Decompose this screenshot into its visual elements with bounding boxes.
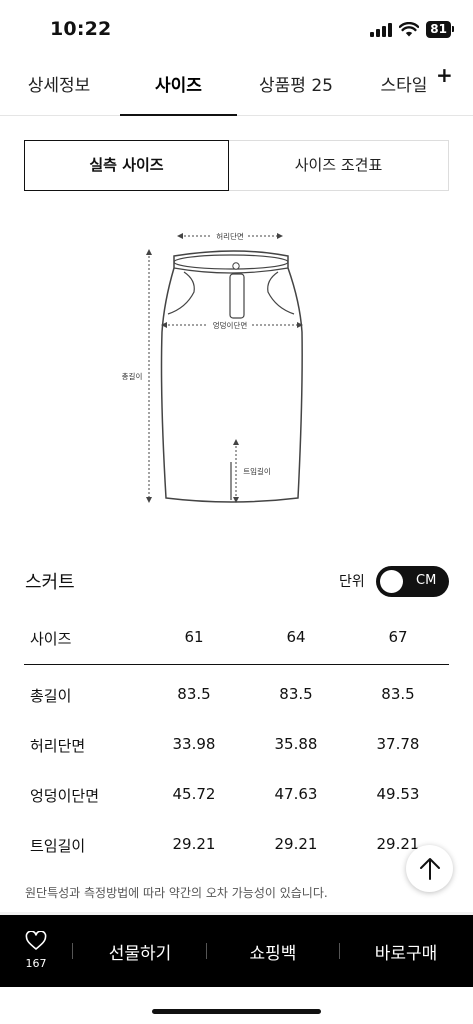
unit-label: 단위 [339,574,365,590]
status-icons: 81 [370,21,454,38]
arrow-up-icon [419,857,440,880]
unit-toggle-knob [380,570,403,593]
table-cell: 47.63 [274,785,318,803]
status-time: 10:22 [50,18,112,40]
table-cell: 33.98 [172,735,216,753]
table-cell: 엉덩이단면 [30,787,100,805]
like-count: 167 [25,957,47,970]
size-table: 사이즈 61 64 67 총길이 83.5 83.5 83.5 허리단면 33.… [24,615,449,872]
table-cell: 37.78 [376,735,420,753]
status-bar: 10:22 81 [0,0,473,60]
tab-details[interactable]: 상세정보 [12,60,106,116]
table-cell: 허리단면 [30,737,86,755]
table-cell: 29.21 [172,835,216,853]
table-cell: 35.88 [274,735,318,753]
size-chart-button[interactable]: 사이즈 조견표 [229,140,449,191]
table-header-cell: 사이즈 [30,630,72,648]
active-tab-indicator [120,114,237,116]
shopping-bag-button[interactable]: 쇼핑백 [214,939,332,964]
table-row: 엉덩이단면 45.72 47.63 49.53 [24,772,449,822]
battery-icon: 81 [426,21,454,38]
table-cell: 총길이 [30,687,72,705]
table-row: 트임길이 29.21 29.21 29.21 [24,822,449,872]
table-cell: 83.5 [279,685,313,703]
tab-style[interactable]: 스타일 [370,60,438,116]
table-header-cell: 64 [286,628,306,646]
unit-toggle[interactable]: CM [376,566,449,597]
plus-icon[interactable]: + [436,65,453,85]
skirt-size-diagram: 허리단면 엉덩이단면 총길이 트임길이 [122,230,303,503]
buy-now-button[interactable]: 바로구매 [346,939,466,964]
section-title: 스커트 [25,572,75,593]
like-button[interactable]: 167 [12,930,60,970]
tab-size[interactable]: 사이즈 [120,60,237,116]
waist-label: 허리단면 [216,231,244,241]
home-indicator [152,1009,321,1014]
table-cell: 83.5 [381,685,415,703]
table-header-cell: 61 [184,628,204,646]
heart-icon [25,930,47,950]
cellular-signal-icon [370,22,393,37]
scroll-to-top-button[interactable] [406,845,453,892]
table-cell: 45.72 [172,785,216,803]
home-indicator-area [0,987,473,1024]
unit-value: CM [416,573,437,588]
product-tabs: 상세정보 사이즈 상품평 25 스타일 [0,60,473,116]
slit-length-label: 트임길이 [243,466,271,476]
separator [72,943,73,959]
separator [206,943,207,959]
table-cell: 83.5 [177,685,211,703]
wifi-icon [399,22,420,37]
table-cell: 49.53 [376,785,420,803]
separator [339,943,340,959]
measured-size-button[interactable]: 실측 사이즈 [24,140,229,191]
measurement-note: 원단특성과 측정방법에 따라 약간의 오차 가능성이 있습니다. [25,886,328,900]
table-row: 총길이 83.5 83.5 83.5 [24,672,449,722]
table-header-cell: 67 [388,628,408,646]
hip-label: 엉덩이단면 [213,320,248,330]
table-header: 사이즈 61 64 67 [24,615,449,665]
table-row: 허리단면 33.98 35.88 37.78 [24,722,449,772]
total-length-label: 총길이 [122,371,143,381]
tab-reviews[interactable]: 상품평 25 [246,60,346,116]
table-cell: 트임길이 [30,837,86,855]
table-cell: 29.21 [274,835,318,853]
gift-button[interactable]: 선물하기 [80,939,200,964]
bottom-action-bar: 167 선물하기 쇼핑백 바로구매 [0,915,473,987]
